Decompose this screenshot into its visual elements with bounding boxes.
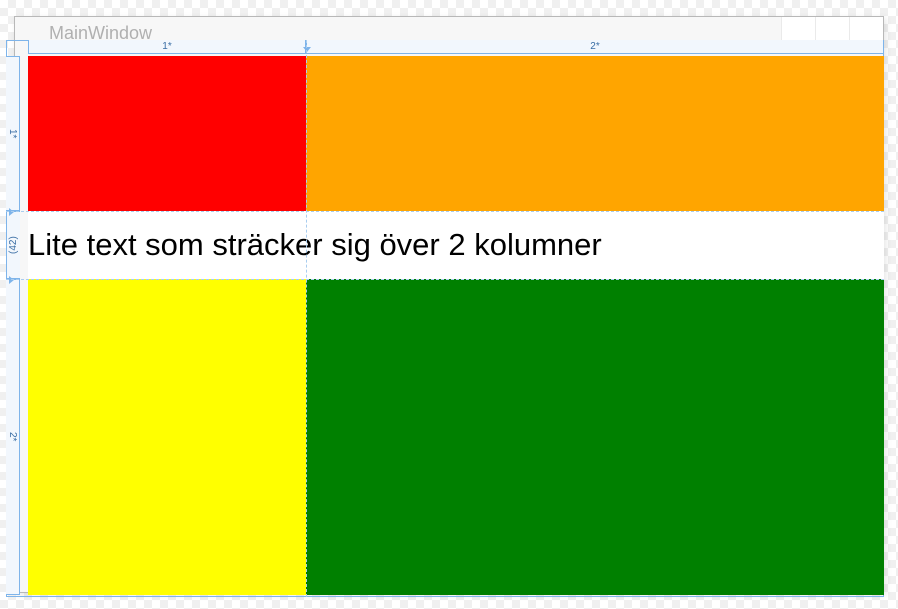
row-ruler-1[interactable]: 1* bbox=[6, 56, 20, 211]
column-ruler-1-label: 1* bbox=[162, 41, 171, 52]
grid-cell-orange[interactable] bbox=[306, 56, 884, 211]
column-ruler-1[interactable]: 1* bbox=[28, 40, 306, 54]
row-ruler-2[interactable]: (42) bbox=[6, 211, 20, 279]
span-text-label: Lite text som sträcker sig över 2 kolumn… bbox=[28, 227, 602, 263]
row-ruler-3-label: 2* bbox=[7, 432, 18, 441]
column-ruler-2-label: 2* bbox=[590, 41, 599, 52]
row-ruler-2-label: (42) bbox=[8, 236, 19, 254]
maximize-button[interactable] bbox=[815, 17, 849, 41]
grid-cell-yellow[interactable] bbox=[28, 279, 306, 595]
window-buttons bbox=[781, 17, 883, 41]
grid-cell-green[interactable] bbox=[306, 279, 884, 595]
close-button[interactable] bbox=[849, 17, 883, 41]
grid-cell-text[interactable]: Lite text som sträcker sig över 2 kolumn… bbox=[28, 211, 884, 279]
row-ruler-3[interactable]: 2* bbox=[6, 279, 20, 595]
row-ruler-1-label: 1* bbox=[7, 129, 18, 138]
layout-grid: Lite text som sträcker sig över 2 kolumn… bbox=[28, 56, 884, 595]
minimize-button[interactable] bbox=[781, 17, 815, 41]
grid-cell-red[interactable] bbox=[28, 56, 306, 211]
column-ruler-2[interactable]: 2* bbox=[306, 40, 884, 54]
